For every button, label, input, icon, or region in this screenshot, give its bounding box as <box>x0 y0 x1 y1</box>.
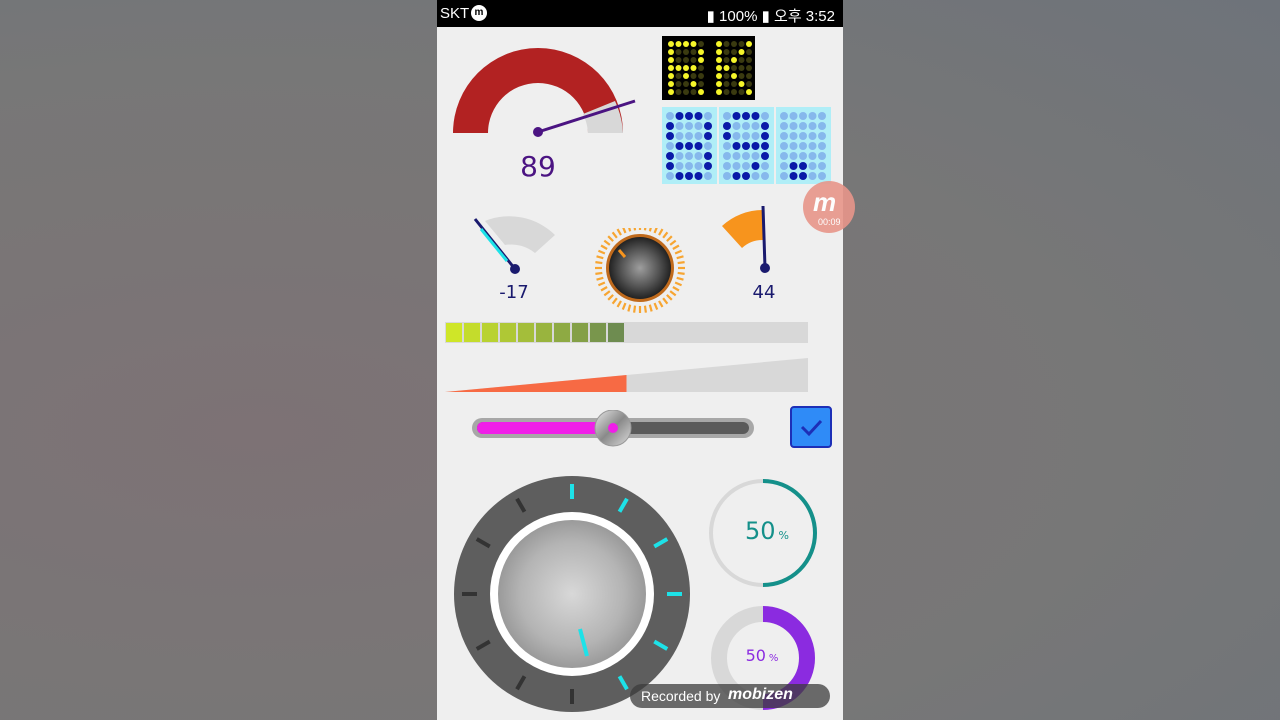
app-screen: SKT m ▮ 100% ▮ 오후 3:52 89 -17 44 50 % 50… <box>437 0 843 720</box>
progress-top-unit: % <box>778 529 789 542</box>
right-gauge-arc <box>722 209 763 248</box>
status-bar: SKT m ▮ 100% ▮ 오후 3:52 <box>437 0 843 27</box>
small-rotary-knob[interactable] <box>592 228 688 318</box>
carrier-label: SKT <box>440 5 470 22</box>
large-rotary-knob[interactable] <box>453 474 693 714</box>
knob-metal-face <box>498 520 646 668</box>
led-letter-display <box>662 36 755 100</box>
progress-bottom-unit: % <box>768 653 779 664</box>
right-gauge-pivot <box>760 263 770 273</box>
small-gauge-left <box>473 216 555 274</box>
carrier-app-icon: m <box>471 5 487 21</box>
watermark-brand: mobizen <box>728 686 793 703</box>
signal-icon: ▮ <box>706 8 715 25</box>
knob-face <box>609 237 671 299</box>
segmented-level-bar <box>445 322 808 343</box>
recorder-logo-icon: m <box>813 187 837 217</box>
checkmark-icon <box>800 419 823 437</box>
gauge-pivot <box>533 127 543 137</box>
led-digits-matrix <box>662 107 831 184</box>
wedge-bar-fill <box>445 375 627 392</box>
slider-thumb[interactable] <box>594 410 632 447</box>
led-digit-display <box>662 107 831 184</box>
watermark-label: Recorded by <box>641 688 721 704</box>
slider-fill <box>477 422 613 434</box>
recorder-bubble[interactable]: m 00:09 <box>803 181 855 233</box>
battery-icon: ▮ <box>761 8 770 25</box>
right-gauge-needle <box>761 205 767 269</box>
checkbox[interactable] <box>790 406 832 448</box>
left-gauge-value: -17 <box>499 282 529 303</box>
main-gauge-value: 89 <box>520 150 556 183</box>
small-gauge-right <box>722 205 770 273</box>
progress-top-value: 50 <box>745 517 776 545</box>
recorder-watermark: Recorded by mobizen <box>630 684 830 708</box>
progress-bottom-value: 50 <box>745 646 766 665</box>
slider[interactable] <box>471 410 759 448</box>
level-bar-track <box>445 322 808 343</box>
recorder-timer: 00:09 <box>818 217 841 227</box>
right-gauge-value: 44 <box>752 282 776 303</box>
battery-percent: 100% <box>719 8 758 25</box>
clock: 오후 3:52 <box>774 8 835 25</box>
left-gauge-pivot <box>510 264 520 274</box>
wedge-level-bar <box>445 358 808 392</box>
